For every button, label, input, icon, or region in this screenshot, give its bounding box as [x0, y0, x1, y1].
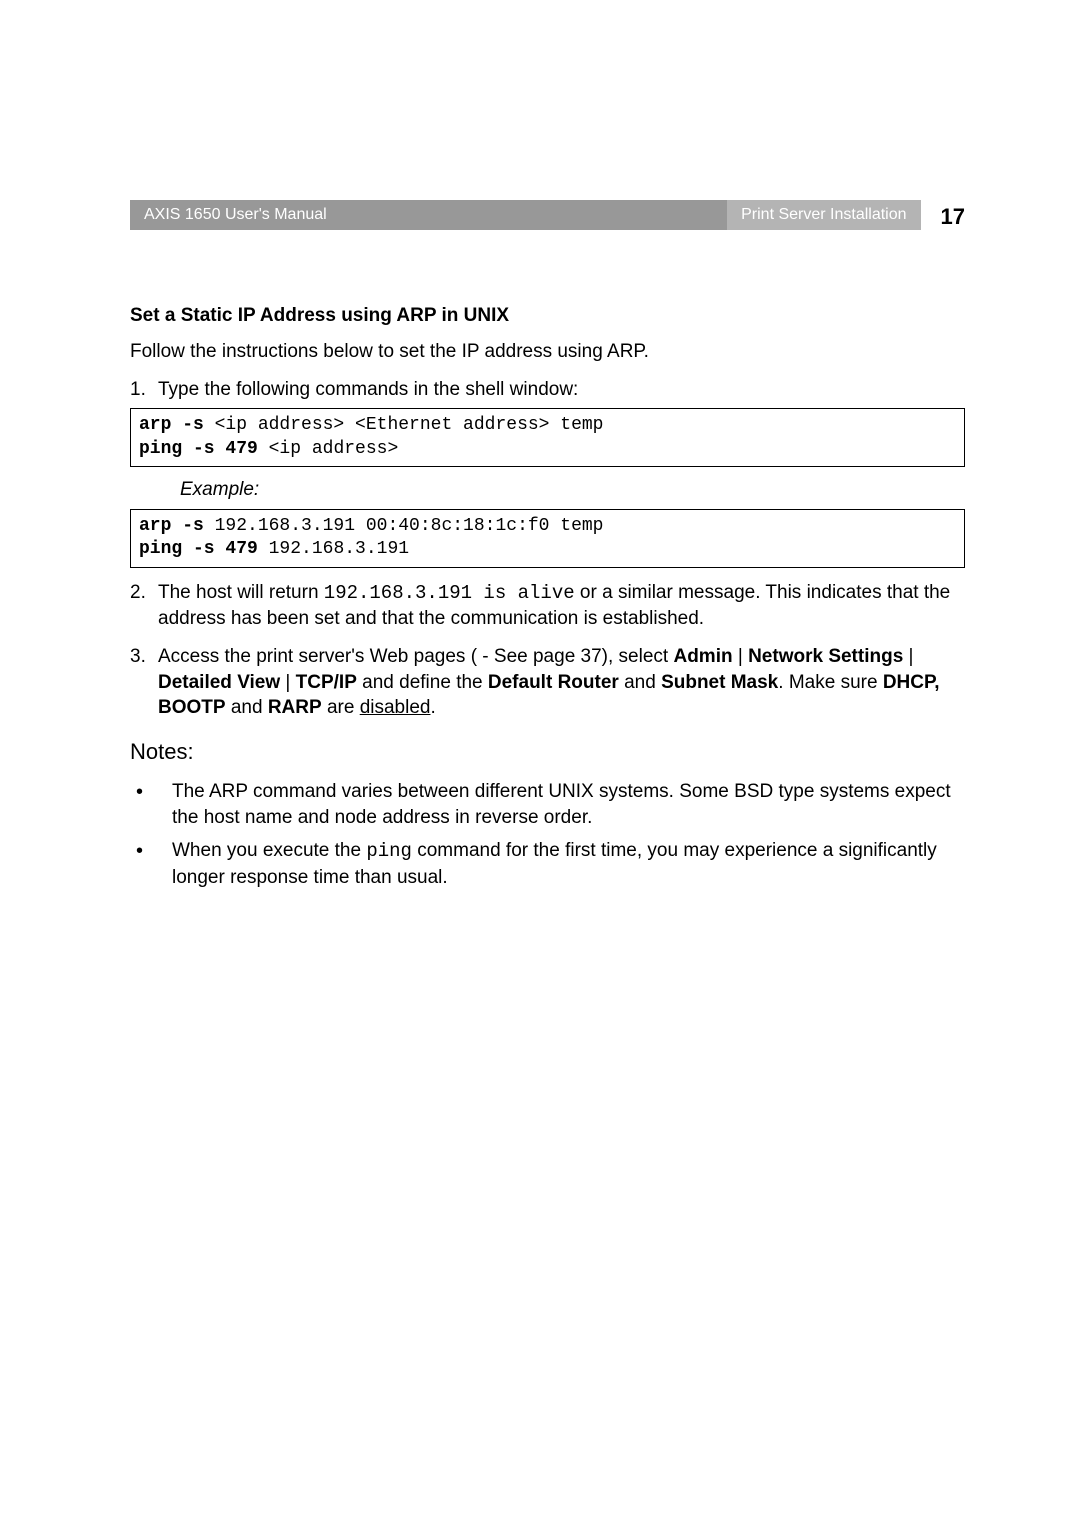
page-content: AXIS 1650 User's Manual Print Server Ins…	[0, 0, 1080, 891]
underline-text: disabled	[360, 697, 431, 718]
code-text: <ip address>	[258, 439, 398, 459]
text-segment: and	[226, 697, 268, 718]
code-text: <ip address> <Ethernet address> temp	[204, 415, 604, 435]
step-text: Access the print server's Web pages ( - …	[158, 644, 965, 721]
code-bold: arp -s	[139, 516, 204, 536]
code-block-template: arp -s <ip address> <Ethernet address> t…	[130, 408, 965, 467]
step-3: 3. Access the print server's Web pages (…	[130, 644, 965, 721]
code-text: 192.168.3.191 00:40:8c:18:1c:f0 temp	[204, 516, 604, 536]
bold-text: Subnet Mask	[661, 672, 778, 693]
inline-code: ping	[366, 840, 412, 862]
note-bullet-1: • The ARP command varies between differe…	[130, 779, 965, 830]
text-segment: and define the	[357, 672, 488, 693]
header-manual-title: AXIS 1650 User's Manual	[130, 200, 727, 230]
text-segment: . Make sure	[778, 672, 883, 693]
text-segment: Access the print server's Web pages ( - …	[158, 646, 673, 667]
bullet-icon: •	[130, 838, 172, 890]
bold-text: Admin	[673, 646, 732, 667]
code-bold: ping -s 479	[139, 539, 258, 559]
code-text: 192.168.3.191	[258, 539, 409, 559]
section-intro: Follow the instructions below to set the…	[130, 339, 965, 365]
text-segment: When you execute the	[172, 840, 366, 861]
inline-code: 192.168.3.191 is alive	[324, 582, 575, 604]
text-segment: |	[903, 646, 913, 667]
text-segment: |	[280, 672, 296, 693]
step-number: 1.	[130, 377, 158, 403]
bold-text: Default Router	[488, 672, 619, 693]
step-text: Type the following commands in the shell…	[158, 377, 965, 403]
code-bold: arp -s	[139, 415, 204, 435]
text-segment: and	[619, 672, 661, 693]
step-number: 2.	[130, 580, 158, 632]
note-bullet-2: • When you execute the ping command for …	[130, 838, 965, 890]
text-segment: are	[322, 697, 360, 718]
notes-heading: Notes:	[130, 739, 965, 765]
text-segment: .	[430, 697, 435, 718]
bullet-text: When you execute the ping command for th…	[172, 838, 965, 890]
bullet-icon: •	[130, 779, 172, 830]
code-block-example: arp -s 192.168.3.191 00:40:8c:18:1c:f0 t…	[130, 509, 965, 568]
bold-text: RARP	[268, 697, 322, 718]
text-segment: |	[733, 646, 749, 667]
bold-text: Network Settings	[748, 646, 903, 667]
page-header: AXIS 1650 User's Manual Print Server Ins…	[130, 200, 965, 230]
example-label: Example:	[180, 479, 965, 501]
step-1: 1. Type the following commands in the sh…	[130, 377, 965, 403]
step-text: The host will return 192.168.3.191 is al…	[158, 580, 965, 632]
section-heading: Set a Static IP Address using ARP in UNI…	[130, 305, 965, 327]
header-section-title: Print Server Installation	[727, 200, 920, 230]
bullet-text: The ARP command varies between different…	[172, 779, 965, 830]
bold-text: TCP/IP	[296, 672, 357, 693]
text-segment: The host will return	[158, 582, 324, 603]
page-number: 17	[941, 200, 965, 230]
step-2: 2. The host will return 192.168.3.191 is…	[130, 580, 965, 632]
step-number: 3.	[130, 644, 158, 721]
bold-text: Detailed View	[158, 672, 280, 693]
code-bold: ping -s 479	[139, 439, 258, 459]
